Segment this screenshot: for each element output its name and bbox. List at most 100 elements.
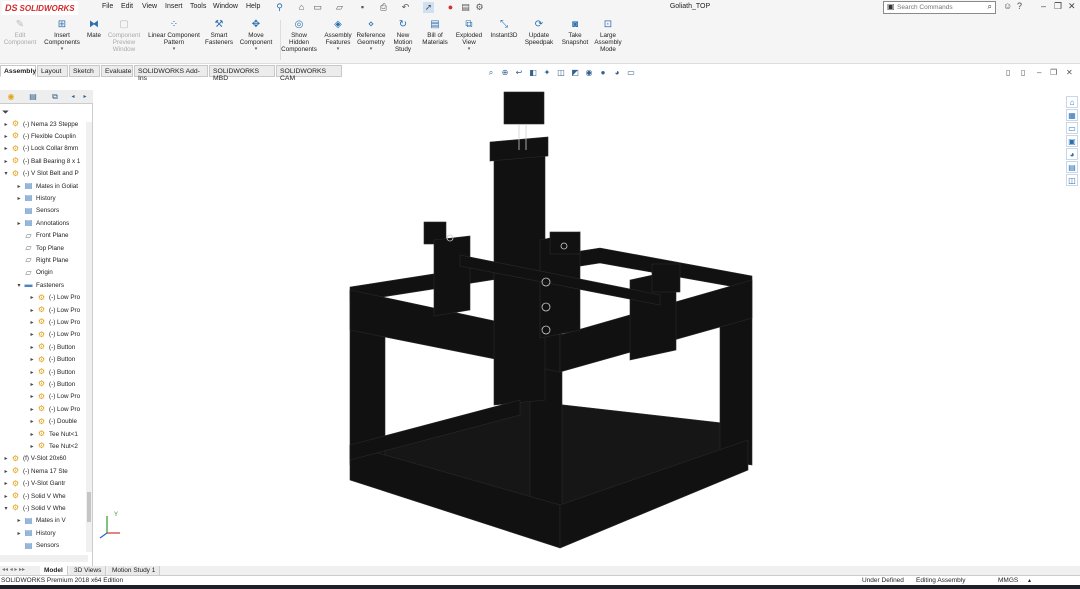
view-palette-icon[interactable]: ▣ xyxy=(1066,135,1078,147)
bill-of-materials-button[interactable]: ▤ Bill of Materials xyxy=(420,19,450,46)
expand-arrow-icon[interactable]: ▸ xyxy=(2,468,10,475)
tree-item[interactable]: ▤ Sensors xyxy=(15,540,59,552)
tree-item[interactable]: ▸ ⚙ (-) Low Pro xyxy=(28,292,80,304)
menu-tools[interactable]: Tools xyxy=(190,3,206,10)
tree-item[interactable]: ▸ ⚙ (-) Low Pro xyxy=(28,329,80,341)
insert-components-button[interactable]: ⊞ Insert Components ▾ xyxy=(42,19,82,53)
tree-item[interactable]: ▸ ▤ History xyxy=(15,192,55,204)
pin-icon[interactable]: ⚲ xyxy=(274,2,285,13)
section-view-icon[interactable]: ◧ xyxy=(527,67,539,79)
tree-item[interactable]: ▾ ⚙ (-) Solid V Whe xyxy=(2,502,65,514)
apply-scene-icon[interactable]: ◕ xyxy=(611,67,623,79)
design-library-icon[interactable]: ▦ xyxy=(1066,109,1078,121)
new-document-icon[interactable]: ▭ xyxy=(312,2,323,13)
view-settings-icon[interactable]: ▭ xyxy=(625,67,637,79)
home-icon[interactable]: ⌂ xyxy=(296,2,307,13)
component-preview-window-button[interactable]: ▢ Component Preview Window xyxy=(105,19,143,53)
tab-motion-study-1[interactable]: Motion Study 1 xyxy=(108,566,161,575)
expand-arrow-icon[interactable]: ▸ xyxy=(28,344,36,351)
tree-item[interactable]: ▤ Sensors xyxy=(15,205,59,217)
tree-item[interactable]: ▸ ⚙ (-) Solid V Whe xyxy=(2,490,65,502)
scroll-thumb[interactable] xyxy=(87,492,91,522)
save-icon[interactable]: ▪ xyxy=(357,2,368,13)
collapse-arrow-icon[interactable]: ▾ xyxy=(15,282,23,289)
feature-manager-tab-icon[interactable]: ◉ xyxy=(2,91,20,103)
expand-arrow-icon[interactable]: ▸ xyxy=(28,381,36,388)
tree-item[interactable]: ▸ ⚙ (-) Button xyxy=(28,354,75,366)
forum-icon[interactable]: ◫ xyxy=(1066,174,1078,186)
property-manager-tab-icon[interactable]: ▤ xyxy=(24,91,42,103)
expand-arrow-icon[interactable]: ▸ xyxy=(2,493,10,500)
units-selector[interactable]: MMGS xyxy=(998,577,1018,584)
menu-view[interactable]: View xyxy=(142,3,157,10)
tab-evaluate[interactable]: Evaluate xyxy=(101,65,133,77)
tree-vertical-scrollbar[interactable] xyxy=(86,122,92,552)
tree-item[interactable]: ▸ ⚙ (-) Double xyxy=(28,416,77,428)
doc-split-icon[interactable]: ▯ xyxy=(1021,68,1025,77)
tree-item[interactable]: ▸ ⚙ Tee Nut<1 xyxy=(28,428,77,440)
tab-solidworks-mbd[interactable]: SOLIDWORKS MBD xyxy=(209,65,275,82)
tree-item[interactable]: ▸ ▤ Mates in Goliat xyxy=(15,180,78,192)
tab-assembly[interactable]: Assembly xyxy=(0,65,36,77)
expand-arrow-icon[interactable]: ▸ xyxy=(15,220,23,227)
hide-show-items-icon[interactable]: ◉ xyxy=(583,67,595,79)
tab-model[interactable]: Model xyxy=(40,566,68,575)
panel-scroll-right-icon[interactable]: ▸ xyxy=(80,91,90,103)
display-style-icon[interactable]: ◩ xyxy=(569,67,581,79)
menu-help[interactable]: Help xyxy=(246,3,260,10)
tab-layout[interactable]: Layout xyxy=(37,65,68,77)
expand-arrow-icon[interactable]: ▸ xyxy=(28,356,36,363)
reference-geometry-button[interactable]: ⋄ Reference Geometry ▾ xyxy=(355,19,387,53)
solidworks-logo[interactable]: DS SOLIDWORKS xyxy=(2,1,78,15)
new-motion-study-button[interactable]: ↻ New Motion Study xyxy=(390,19,416,53)
filter-icon[interactable]: ⏷ xyxy=(2,107,9,118)
search-commands-input[interactable]: ▣ Search Commands ⌕ xyxy=(883,1,996,14)
options-gear-icon[interactable]: ⚙ xyxy=(474,2,485,13)
tree-item[interactable]: ▱ Top Plane xyxy=(15,242,64,254)
custom-properties-icon[interactable]: ▤ xyxy=(1066,161,1078,173)
expand-arrow-icon[interactable]: ▸ xyxy=(28,418,36,425)
undo-icon[interactable]: ↶ xyxy=(400,2,411,13)
linear-component-pattern-button[interactable]: ⁘ Linear Component Pattern ▾ xyxy=(145,19,203,53)
show-hidden-components-button[interactable]: ◎ Show Hidden Components xyxy=(280,19,318,53)
instant3d-button[interactable]: ⤡ Instant3D xyxy=(488,19,520,39)
expand-arrow-icon[interactable]: ▸ xyxy=(28,319,36,326)
dynamic-annotation-icon[interactable]: ✦ xyxy=(541,67,553,79)
panel-scroll-left-icon[interactable]: ◂ xyxy=(68,91,78,103)
menu-edit[interactable]: Edit xyxy=(121,3,133,10)
tree-item[interactable]: ▱ Right Plane xyxy=(15,254,68,266)
expand-arrow-icon[interactable]: ▸ xyxy=(28,369,36,376)
expand-arrow-icon[interactable]: ▸ xyxy=(15,195,23,202)
tree-item[interactable]: ▸ ⚙ (-) Button xyxy=(28,366,75,378)
tab-sketch[interactable]: Sketch xyxy=(69,65,100,77)
tree-item[interactable]: ▾ ⚙ (-) V Slot Belt and P xyxy=(2,168,78,180)
solidworks-resources-icon[interactable]: ⌂ xyxy=(1066,96,1078,108)
expand-arrow-icon[interactable]: ▸ xyxy=(15,530,23,537)
expand-arrow-icon[interactable]: ▸ xyxy=(15,517,23,524)
edit-appearance-icon[interactable]: ● xyxy=(597,67,609,79)
tab-solidworks-cam[interactable]: SOLIDWORKS CAM xyxy=(276,65,342,82)
units-dropdown-icon[interactable]: ▴ xyxy=(1028,577,1031,584)
doc-minimize-icon[interactable]: – xyxy=(1037,68,1041,77)
expand-arrow-icon[interactable]: ▸ xyxy=(28,406,36,413)
zoom-to-fit-icon[interactable]: ⌕ xyxy=(485,67,497,79)
menu-file[interactable]: File xyxy=(102,3,113,10)
tree-item[interactable]: ▸ ⚙ (-) Flexible Couplin xyxy=(2,130,75,142)
tree-item[interactable]: ▸ ⚙ Tee Nut<2 xyxy=(28,440,77,452)
bottom-tab-nav-icon[interactable]: ◂◂ ◂ ▸ ▸▸ xyxy=(2,566,25,573)
graphics-area[interactable]: Y xyxy=(94,80,1080,565)
tree-item[interactable]: ▸ ⚙ (-) Low Pro xyxy=(28,391,80,403)
tab-solidworks-add-ins[interactable]: SOLIDWORKS Add-Ins xyxy=(134,65,208,82)
tree-item[interactable]: ▸ ⚙ (-) Ball Bearing 8 x 1 xyxy=(2,155,80,167)
tree-item[interactable]: ▸ ⚙ (-) Nema 17 Ste xyxy=(2,465,67,477)
expand-arrow-icon[interactable]: ▸ xyxy=(2,455,10,462)
large-assembly-mode-button[interactable]: ⊡ Large Assembly Mode xyxy=(592,19,624,53)
doc-restore-icon[interactable]: ❐ xyxy=(1050,68,1057,77)
tree-item[interactable]: ▱ Origin xyxy=(15,267,52,279)
tree-item[interactable]: ▸ ⚙ (-) Low Pro xyxy=(28,304,80,316)
user-icon[interactable]: ☺ xyxy=(1003,1,1012,11)
tree-horizontal-scrollbar[interactable] xyxy=(0,555,88,562)
previous-view-icon[interactable]: ↩ xyxy=(513,67,525,79)
print-icon[interactable]: ⎙ xyxy=(378,2,389,13)
move-component-button[interactable]: ✥ Move Component ▾ xyxy=(236,19,276,53)
